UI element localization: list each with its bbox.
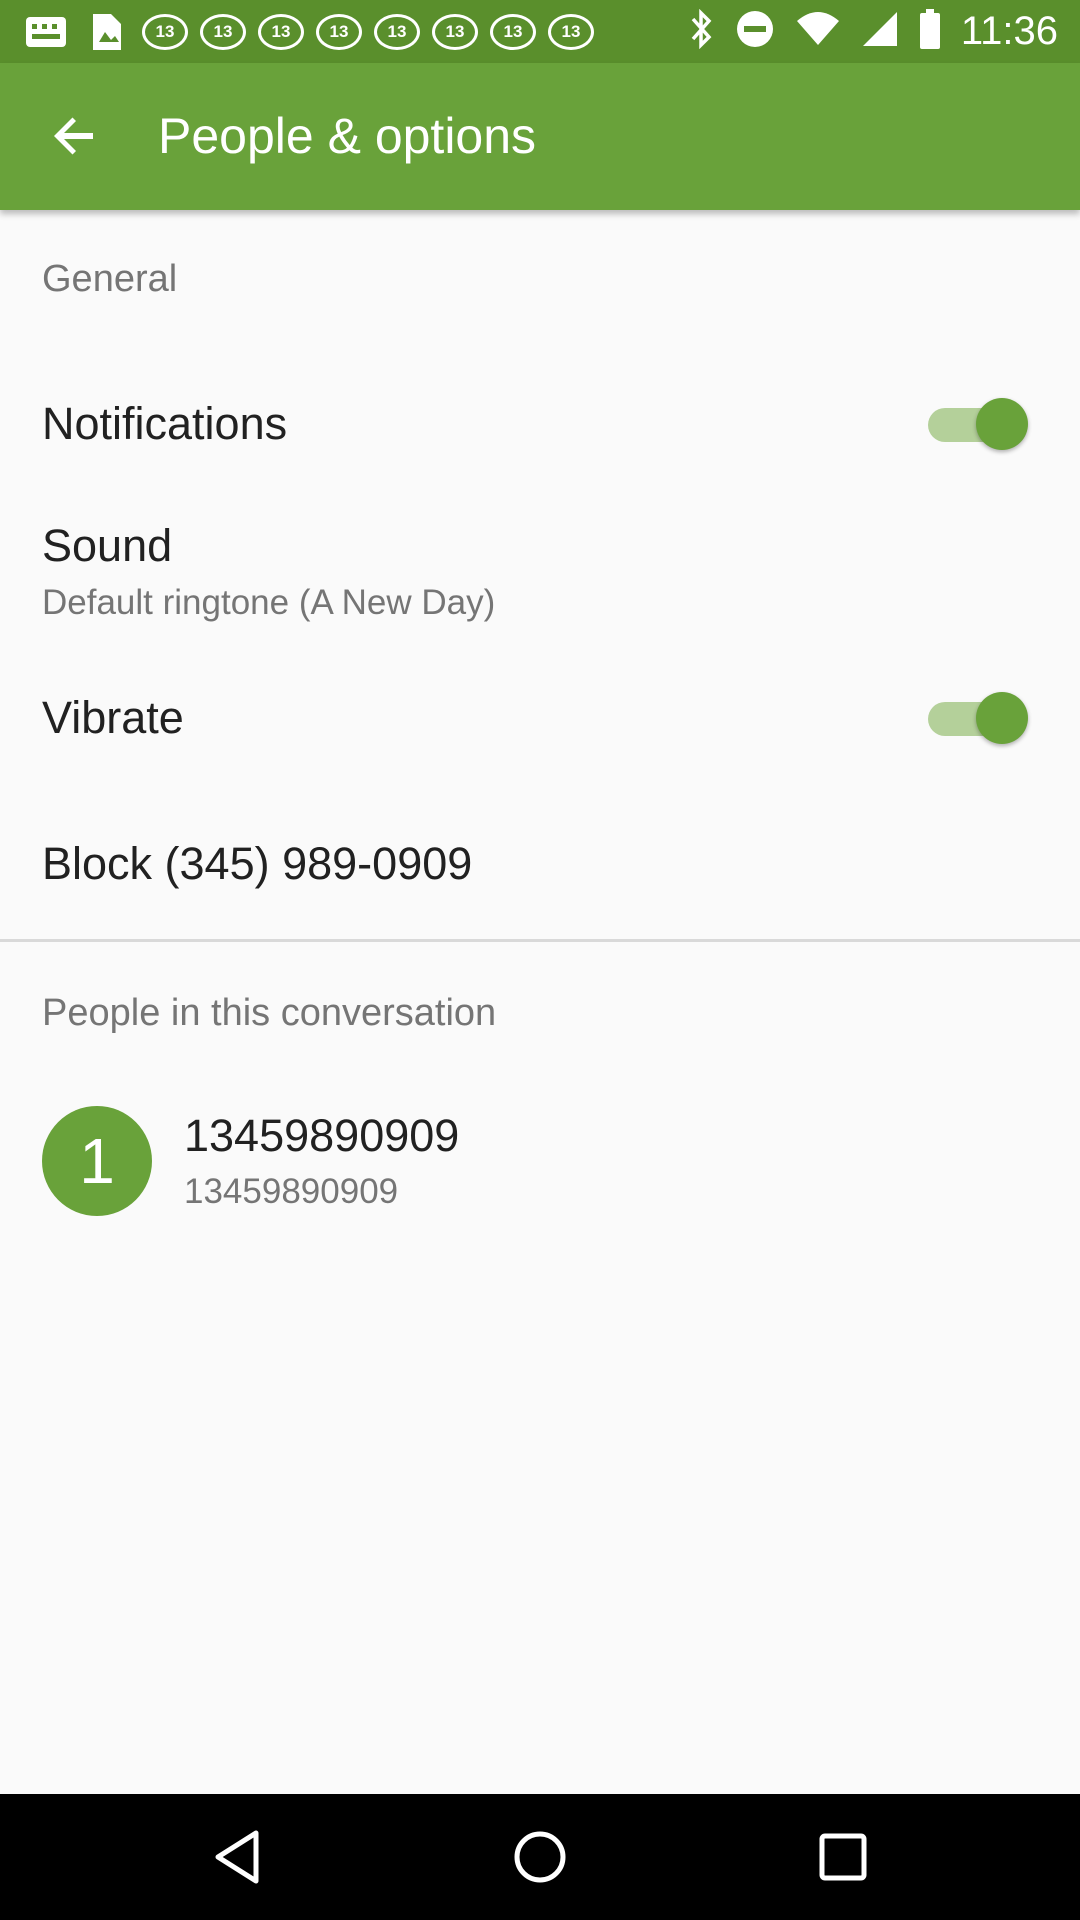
app-bar: People & options <box>0 63 1080 210</box>
back-button[interactable] <box>42 103 108 169</box>
abc13-icon: 13 <box>490 14 536 50</box>
person-name: 13459890909 <box>184 1110 460 1161</box>
triangle-back-icon <box>215 1830 259 1884</box>
notifications-switch[interactable] <box>926 394 1030 454</box>
person-number: 13459890909 <box>184 1172 399 1211</box>
abc13-icon: 13 <box>374 14 420 50</box>
nav-back-button[interactable] <box>202 1822 272 1892</box>
section-header-general: General <box>42 258 178 300</box>
abc13-icon: 13 <box>432 14 478 50</box>
abc13-icon: 13 <box>142 14 188 50</box>
signal-icon <box>861 10 899 53</box>
block-label: Block (345) 989-0909 <box>42 838 473 889</box>
abc13-icon: 13 <box>548 14 594 50</box>
sound-label: Sound <box>42 520 173 571</box>
abc13-icon: 13 <box>316 14 362 50</box>
page-title: People & options <box>158 108 537 164</box>
navigation-bar <box>0 1794 1080 1920</box>
image-icon <box>82 14 130 50</box>
section-header-people: People in this conversation <box>42 992 497 1034</box>
avatar: 1 <box>42 1106 152 1216</box>
nav-recents-button[interactable] <box>808 1822 878 1892</box>
nav-home-button[interactable] <box>505 1822 575 1892</box>
abc13-icon: 13 <box>258 14 304 50</box>
arrow-back-icon <box>54 117 93 155</box>
system-icons: 11:36 <box>687 0 1058 63</box>
do-not-disturb-icon <box>735 9 775 54</box>
wifi-icon <box>795 11 841 52</box>
bluetooth-icon <box>687 8 715 54</box>
section-divider <box>0 939 1080 942</box>
status-time: 11:36 <box>960 9 1058 53</box>
vibrate-switch[interactable] <box>926 688 1030 748</box>
battery-icon <box>919 9 941 54</box>
message-icon <box>22 15 70 49</box>
sound-summary: Default ringtone (A New Day) <box>42 583 496 622</box>
switch-thumb <box>976 692 1028 744</box>
abc13-icon: 13 <box>200 14 246 50</box>
switch-thumb <box>976 398 1028 450</box>
square-recents-icon <box>819 1833 867 1881</box>
vibrate-label: Vibrate <box>42 692 184 743</box>
circle-home-icon <box>514 1831 566 1883</box>
notification-icons: 13 13 13 13 13 13 13 13 <box>22 10 594 54</box>
status-bar: 13 13 13 13 13 13 13 13 11:36 <box>0 0 1080 63</box>
notifications-label: Notifications <box>42 398 288 449</box>
